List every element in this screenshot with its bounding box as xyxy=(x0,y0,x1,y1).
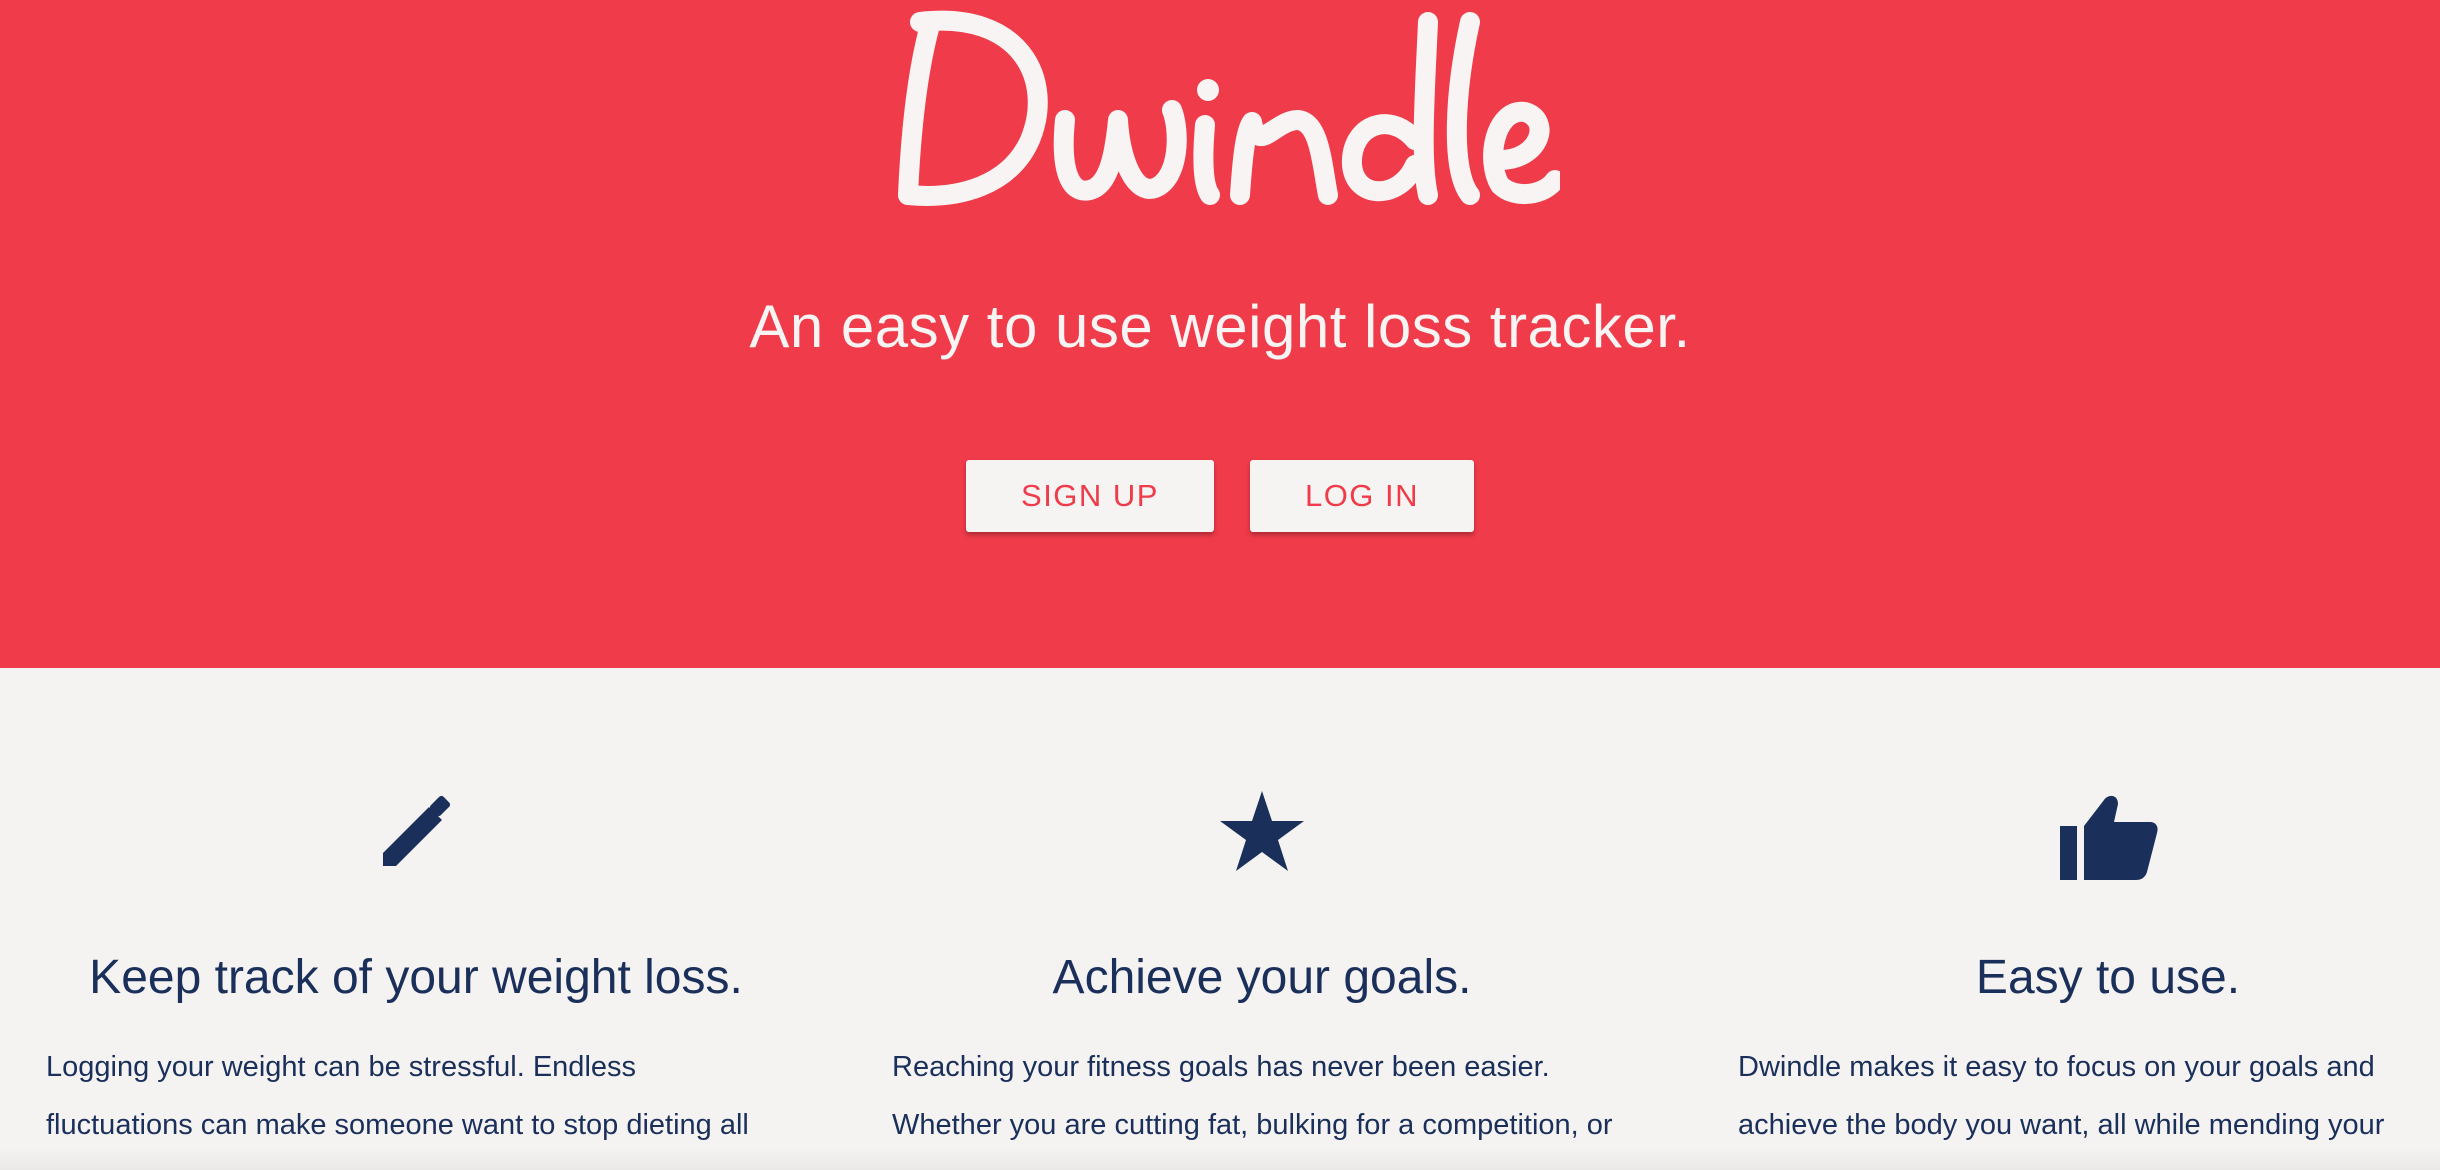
tagline: An easy to use weight loss tracker. xyxy=(749,293,1691,360)
feature-title: Achieve your goals. xyxy=(1052,951,1472,1004)
feature-goals: Achieve your goals. Reaching your fitnes… xyxy=(892,668,1632,1170)
log-in-button[interactable]: LOG IN xyxy=(1250,460,1474,532)
star-icon xyxy=(892,788,1632,888)
dwindle-wordmark xyxy=(898,10,1560,206)
feature-easy: Easy to use. Dwindle makes it easy to fo… xyxy=(1738,668,2440,1170)
feature-title: Keep track of your weight loss. xyxy=(89,951,743,1004)
feature-description: Reaching your fitness goals has never be… xyxy=(892,1051,1613,1141)
sign-up-button[interactable]: SIGN UP xyxy=(966,460,1214,532)
auth-buttons: SIGN UP LOG IN xyxy=(0,460,2440,532)
features-section: Keep track of your weight loss. Logging … xyxy=(0,668,2440,1170)
pencil-icon xyxy=(46,788,786,888)
thumbs-up-icon xyxy=(1738,788,2440,888)
scroll-fade xyxy=(0,1148,2440,1170)
hero-section: An easy to use weight loss tracker. SIGN… xyxy=(0,0,2440,668)
brand-logo xyxy=(0,0,2440,230)
feature-track: Keep track of your weight loss. Logging … xyxy=(46,668,786,1170)
feature-title: Easy to use. xyxy=(1975,951,2241,1004)
feature-description: Dwindle makes it easy to focus on your g… xyxy=(1738,1051,2385,1141)
feature-description: Logging your weight can be stressful. En… xyxy=(46,1051,749,1141)
